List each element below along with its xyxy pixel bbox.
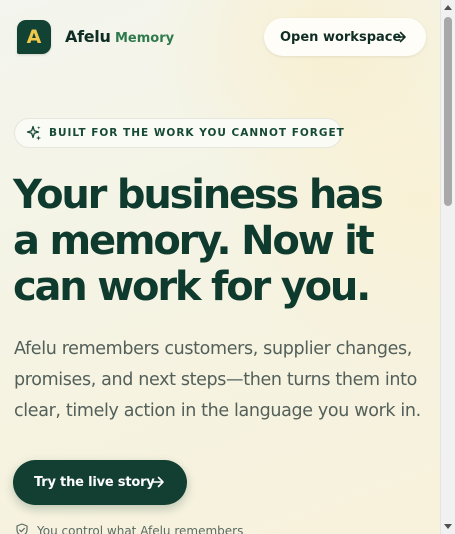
open-workspace-label: Open workspace: [280, 29, 402, 45]
logo-mark[interactable]: A: [17, 20, 51, 54]
badge-text: BUILT FOR THE WORK YOU CANNOT FORGET: [49, 127, 345, 139]
headline-line: Your business has: [13, 172, 384, 218]
headline-line: can work for you.: [13, 264, 371, 310]
arrow-right-icon: [393, 31, 406, 43]
cta-label: Try the live story: [34, 475, 155, 490]
description-line: clear, timely action in the language you…: [14, 401, 421, 421]
privacy-text: You control what Afelu remembers: [37, 524, 244, 534]
try-live-story-button[interactable]: Try the live story: [13, 460, 187, 505]
scroll-down-arrow-icon[interactable]: [444, 524, 452, 529]
vertical-scrollbar[interactable]: [440, 0, 455, 534]
description-line: promises, and next steps—then turns them…: [14, 370, 418, 390]
shield-check-icon: [16, 523, 28, 534]
sparkle-icon: [26, 125, 41, 141]
hero-description: Afelu remembers customers, supplier chan…: [14, 334, 434, 427]
logo-letter: A: [26, 25, 42, 48]
hero-headline: Your business has a memory. Now it can w…: [13, 172, 433, 310]
tagline-badge: BUILT FOR THE WORK YOU CANNOT FORGET: [14, 118, 345, 148]
open-workspace-button[interactable]: Open workspace: [264, 18, 426, 56]
arrow-right-icon: [151, 476, 164, 488]
brand-subtitle: Memory: [115, 31, 175, 46]
scrollbar-thumb[interactable]: [444, 17, 452, 206]
description-line: Afelu remembers customers, supplier chan…: [14, 339, 412, 359]
headline-line: a memory. Now it: [13, 218, 375, 264]
site-header: A Afelu Memory Open workspace: [15, 18, 426, 58]
landing-page: A Afelu Memory Open workspace BUILT FOR …: [0, 0, 440, 534]
brand-name[interactable]: Afelu: [65, 27, 111, 46]
scroll-up-arrow-icon[interactable]: [444, 5, 452, 10]
